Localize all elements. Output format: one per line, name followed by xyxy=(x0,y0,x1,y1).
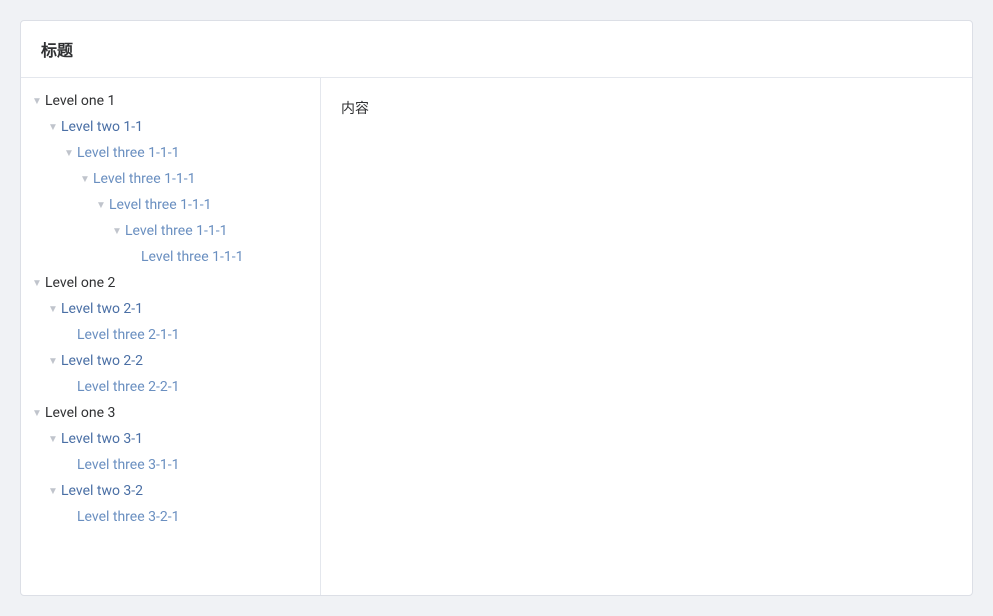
app-container: 标题 Level one 1 Level two 1-1 Level three 1… xyxy=(20,20,973,596)
tree-label-two3-2: Level two 3-2 xyxy=(61,483,143,499)
tree-arrow-one2 xyxy=(29,275,45,291)
tree-node-three1-1-1e[interactable]: Level three 1-1-1 xyxy=(21,244,320,270)
tree-node-three1-1-1c[interactable]: Level three 1-1-1 xyxy=(21,192,320,218)
tree-node-three1-1-1a[interactable]: Level three 1-1-1 xyxy=(21,140,320,166)
content-text: 内容 xyxy=(341,101,369,117)
tree-arrow-three1-1-1e xyxy=(125,249,141,265)
tree-label-two3-1: Level two 3-1 xyxy=(61,431,143,447)
tree-arrow-two2-1 xyxy=(45,301,61,317)
tree-node-one2[interactable]: Level one 2 xyxy=(21,270,320,296)
tree-label-three1-1-1a: Level three 1-1-1 xyxy=(77,145,179,161)
tree-label-one1: Level one 1 xyxy=(45,93,115,109)
tree-label-three1-1-1b: Level three 1-1-1 xyxy=(93,171,195,187)
tree-arrow-two2-2 xyxy=(45,353,61,369)
page-title: 标题 xyxy=(41,41,73,60)
tree-arrow-two3-2 xyxy=(45,483,61,499)
tree-label-two2-1: Level two 2-1 xyxy=(61,301,143,317)
tree-arrow-three2-2-1 xyxy=(61,379,77,395)
tree-label-three3-2-1: Level three 3-2-1 xyxy=(77,509,179,525)
tree-arrow-two1-1 xyxy=(45,119,61,135)
tree-label-one2: Level one 2 xyxy=(45,275,115,291)
tree-label-three2-1-1: Level three 2-1-1 xyxy=(77,327,179,343)
tree-label-three1-1-1c: Level three 1-1-1 xyxy=(109,197,211,213)
tree-node-three3-2-1[interactable]: Level three 3-2-1 xyxy=(21,504,320,530)
tree-node-three2-1-1[interactable]: Level three 2-1-1 xyxy=(21,322,320,348)
tree-node-one3[interactable]: Level one 3 xyxy=(21,400,320,426)
tree-label-two2-2: Level two 2-2 xyxy=(61,353,143,369)
tree-label-two1-1: Level two 1-1 xyxy=(61,119,143,135)
tree-arrow-three1-1-1c xyxy=(93,197,109,213)
tree-arrow-three3-1-1 xyxy=(61,457,77,473)
tree-node-two2-2[interactable]: Level two 2-2 xyxy=(21,348,320,374)
tree-label-three1-1-1e: Level three 1-1-1 xyxy=(141,249,243,265)
tree-node-three1-1-1b[interactable]: Level three 1-1-1 xyxy=(21,166,320,192)
tree-node-two2-1[interactable]: Level two 2-1 xyxy=(21,296,320,322)
tree-label-three1-1-1d: Level three 1-1-1 xyxy=(125,223,227,239)
tree-arrow-three1-1-1b xyxy=(77,171,93,187)
tree-node-three3-1-1[interactable]: Level three 3-1-1 xyxy=(21,452,320,478)
main-layout: Level one 1 Level two 1-1 Level three 1-1-… xyxy=(21,78,972,595)
sidebar-tree: Level one 1 Level two 1-1 Level three 1-1-… xyxy=(21,78,321,595)
tree-node-one1[interactable]: Level one 1 xyxy=(21,88,320,114)
tree-label-three2-2-1: Level three 2-2-1 xyxy=(77,379,179,395)
tree-label-one3: Level one 3 xyxy=(45,405,115,421)
tree-node-two3-1[interactable]: Level two 3-1 xyxy=(21,426,320,452)
tree-node-two1-1[interactable]: Level two 1-1 xyxy=(21,114,320,140)
tree-arrow-three1-1-1a xyxy=(61,145,77,161)
tree-arrow-three3-2-1 xyxy=(61,509,77,525)
content-area: 内容 xyxy=(321,78,972,595)
tree-node-three2-2-1[interactable]: Level three 2-2-1 xyxy=(21,374,320,400)
tree-label-three3-1-1: Level three 3-1-1 xyxy=(77,457,179,473)
tree-arrow-one3 xyxy=(29,405,45,421)
tree-node-three1-1-1d[interactable]: Level three 1-1-1 xyxy=(21,218,320,244)
tree-node-two3-2[interactable]: Level two 3-2 xyxy=(21,478,320,504)
tree-arrow-three2-1-1 xyxy=(61,327,77,343)
page-header: 标题 xyxy=(21,21,972,78)
tree-arrow-two3-1 xyxy=(45,431,61,447)
tree-arrow-three1-1-1d xyxy=(109,223,125,239)
tree-arrow-one1 xyxy=(29,93,45,109)
